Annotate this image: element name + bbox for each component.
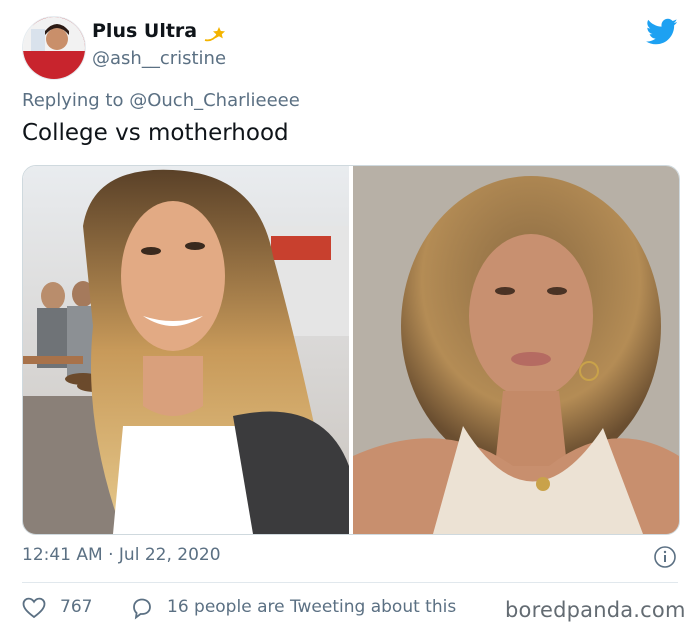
replying-to-label: Replying to	[22, 90, 124, 111]
like-count[interactable]: 767	[60, 597, 92, 617]
college-selfie-photo[interactable]	[23, 166, 349, 534]
avatar-photo	[23, 17, 85, 79]
divider	[22, 582, 678, 583]
tweet-text: College vs motherhood	[22, 120, 289, 146]
twitter-bird-icon[interactable]	[646, 18, 678, 46]
reply-mention-link[interactable]: @Ouch_Charlieeee	[129, 90, 300, 111]
watermark: boredpanda.com	[505, 598, 686, 622]
heart-icon[interactable]	[22, 597, 46, 619]
display-name[interactable]: Plus Ultra	[92, 20, 197, 42]
info-icon[interactable]	[653, 545, 677, 569]
shooting-star-icon	[204, 27, 225, 42]
motherhood-selfie-photo[interactable]	[353, 166, 679, 534]
avatar[interactable]	[22, 16, 86, 80]
tweet-timestamp[interactable]: 12:41 AM · Jul 22, 2020	[22, 545, 221, 565]
tweet-media[interactable]	[22, 165, 680, 535]
tweet-card: Plus Ultra @ash__cristine Replying to @O…	[0, 0, 700, 636]
conversation-link[interactable]: 16 people are Tweeting about this	[167, 597, 456, 617]
speech-bubble-icon[interactable]	[130, 596, 154, 620]
user-handle[interactable]: @ash__cristine	[92, 48, 226, 69]
replying-to: Replying to @Ouch_Charlieeee	[22, 90, 300, 111]
